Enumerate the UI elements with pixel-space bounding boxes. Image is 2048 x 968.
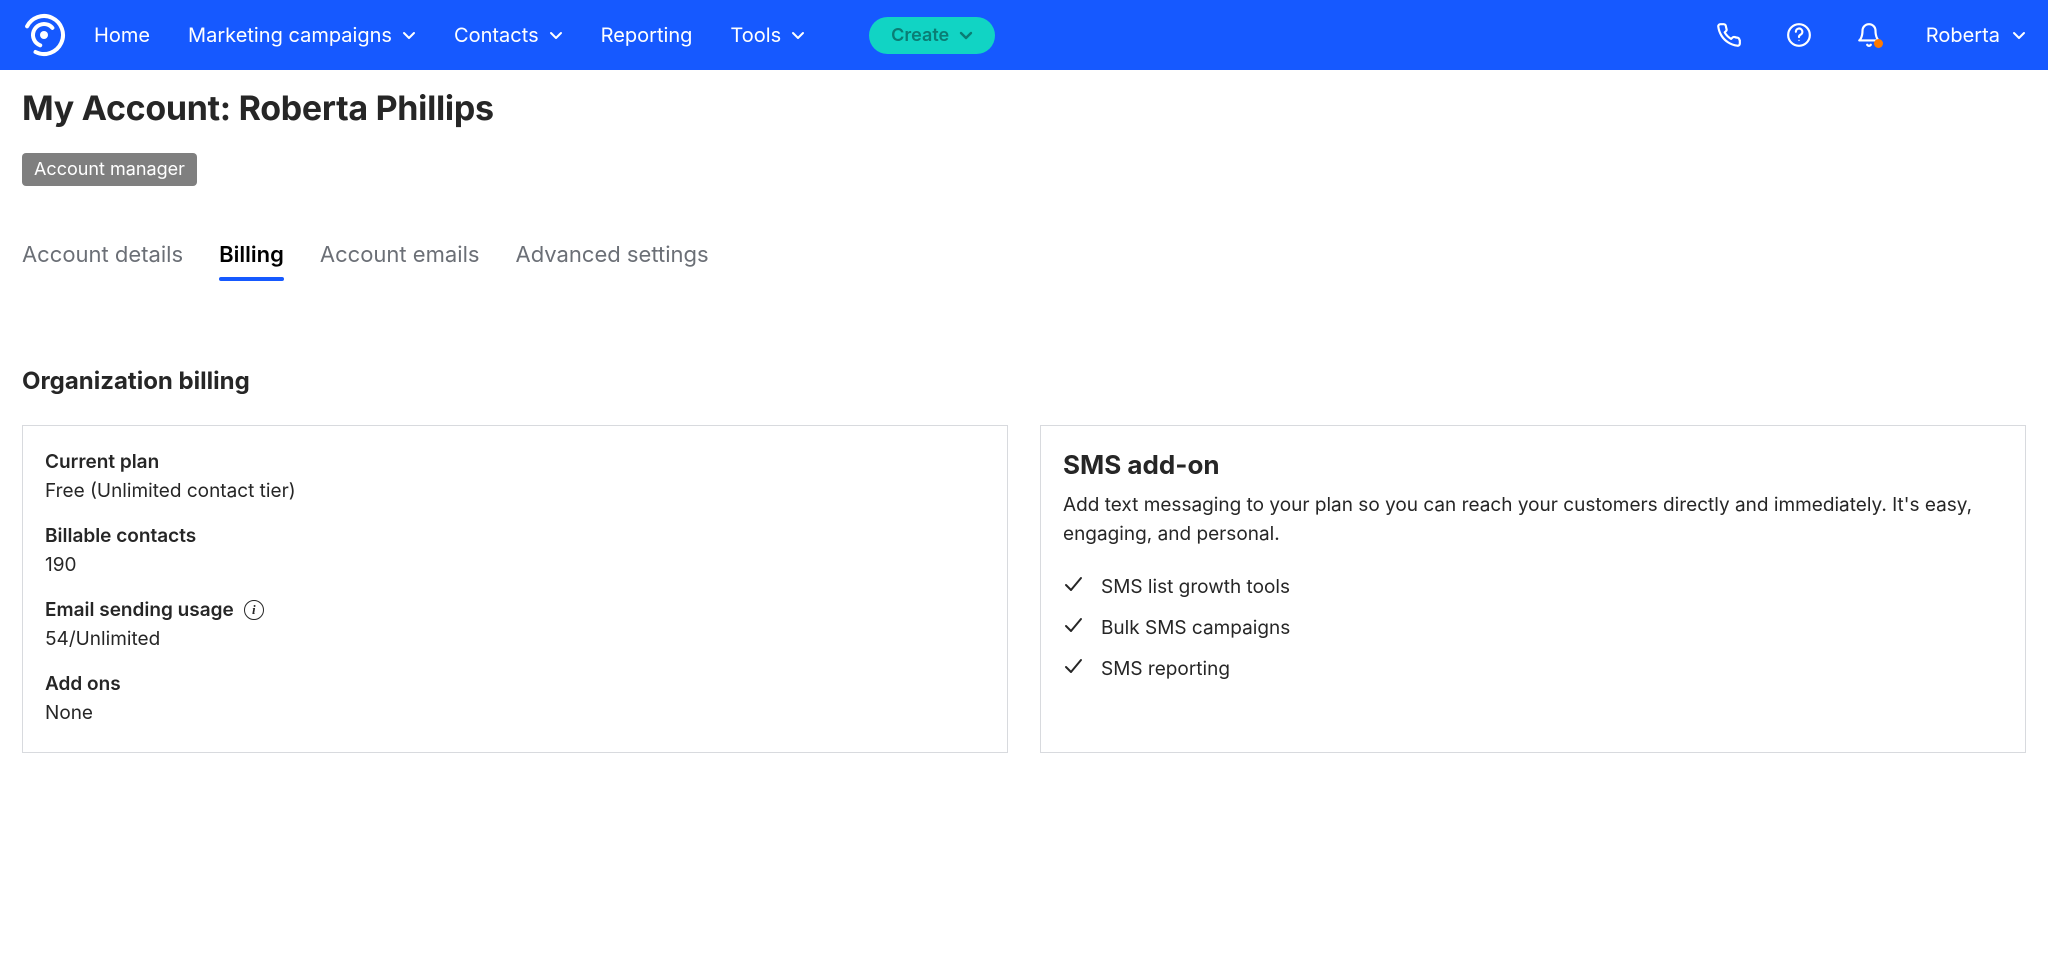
usage-label: Email sending usage i <box>45 598 985 621</box>
top-nav: Home Marketing campaigns Contacts Report… <box>0 0 2048 70</box>
chevron-down-icon <box>791 28 805 42</box>
create-label: Create <box>891 25 949 46</box>
sms-addon-description: Add text messaging to your plan so you c… <box>1063 491 2003 548</box>
nav-item-reporting[interactable]: Reporting <box>601 23 693 47</box>
check-icon <box>1063 574 1083 599</box>
role-badge: Account manager <box>22 153 197 186</box>
create-button[interactable]: Create <box>869 17 995 54</box>
plan-value: Free (Unlimited contact tier) <box>45 479 985 502</box>
tab-label: Billing <box>219 242 284 268</box>
contacts-value: 190 <box>45 553 985 576</box>
notification-badge <box>1874 39 1883 48</box>
addons-label: Add ons <box>45 672 985 695</box>
info-icon[interactable]: i <box>244 600 264 620</box>
usage-block: Email sending usage i 54/Unlimited <box>45 598 985 650</box>
tab-label: Account details <box>22 242 183 268</box>
nav-menu: Home Marketing campaigns Contacts Report… <box>94 17 995 54</box>
plan-block: Current plan Free (Unlimited contact tie… <box>45 450 985 502</box>
plan-label: Current plan <box>45 450 985 473</box>
nav-label: Marketing campaigns <box>188 23 392 47</box>
tab-advanced-settings[interactable]: Advanced settings <box>516 242 709 280</box>
contacts-block: Billable contacts 190 <box>45 524 985 576</box>
account-tabs: Account details Billing Account emails A… <box>22 242 2026 280</box>
tab-account-emails[interactable]: Account emails <box>320 242 480 280</box>
sms-feature-label: Bulk SMS campaigns <box>1101 616 1290 639</box>
nav-item-home[interactable]: Home <box>94 23 150 47</box>
check-icon <box>1063 615 1083 640</box>
tab-label: Account emails <box>320 242 480 268</box>
user-menu[interactable]: Roberta <box>1926 23 2026 47</box>
nav-label: Contacts <box>454 23 539 47</box>
tab-account-details[interactable]: Account details <box>22 242 183 280</box>
user-label: Roberta <box>1926 23 2000 47</box>
current-plan-card: Current plan Free (Unlimited contact tie… <box>22 425 1008 753</box>
addons-block: Add ons None <box>45 672 985 724</box>
billing-cards: Current plan Free (Unlimited contact tie… <box>22 425 2026 753</box>
chevron-down-icon <box>959 28 973 42</box>
nav-right: Roberta <box>1716 22 2026 48</box>
brand-logo[interactable] <box>22 13 66 57</box>
sms-feature-row: SMS list growth tools <box>1063 574 2003 599</box>
phone-icon[interactable] <box>1716 22 1742 48</box>
nav-label: Reporting <box>601 23 693 47</box>
nav-item-marketing-campaigns[interactable]: Marketing campaigns <box>188 23 416 47</box>
sms-addon-title: SMS add-on <box>1063 450 2003 481</box>
chevron-down-icon <box>549 28 563 42</box>
nav-item-contacts[interactable]: Contacts <box>454 23 563 47</box>
sms-addon-card: SMS add-on Add text messaging to your pl… <box>1040 425 2026 753</box>
usage-value: 54/Unlimited <box>45 627 985 650</box>
sms-feature-row: SMS reporting <box>1063 656 2003 681</box>
check-icon <box>1063 656 1083 681</box>
usage-label-text: Email sending usage <box>45 598 234 621</box>
sms-feature-label: SMS reporting <box>1101 657 1230 680</box>
notifications-icon[interactable] <box>1856 22 1882 48</box>
chevron-down-icon <box>402 28 416 42</box>
page-title: My Account: Roberta Phillips <box>22 88 2026 129</box>
page-body: My Account: Roberta Phillips Account man… <box>0 70 2048 753</box>
nav-item-tools[interactable]: Tools <box>730 23 805 47</box>
nav-label: Tools <box>730 23 781 47</box>
billing-heading: Organization billing <box>22 366 2026 395</box>
tab-label: Advanced settings <box>516 242 709 268</box>
sms-feature-label: SMS list growth tools <box>1101 575 1290 598</box>
sms-feature-row: Bulk SMS campaigns <box>1063 615 2003 640</box>
help-icon[interactable] <box>1786 22 1812 48</box>
nav-label: Home <box>94 23 150 47</box>
tab-billing[interactable]: Billing <box>219 242 284 280</box>
chevron-down-icon <box>2012 28 2026 42</box>
contacts-label: Billable contacts <box>45 524 985 547</box>
addons-value: None <box>45 701 985 724</box>
